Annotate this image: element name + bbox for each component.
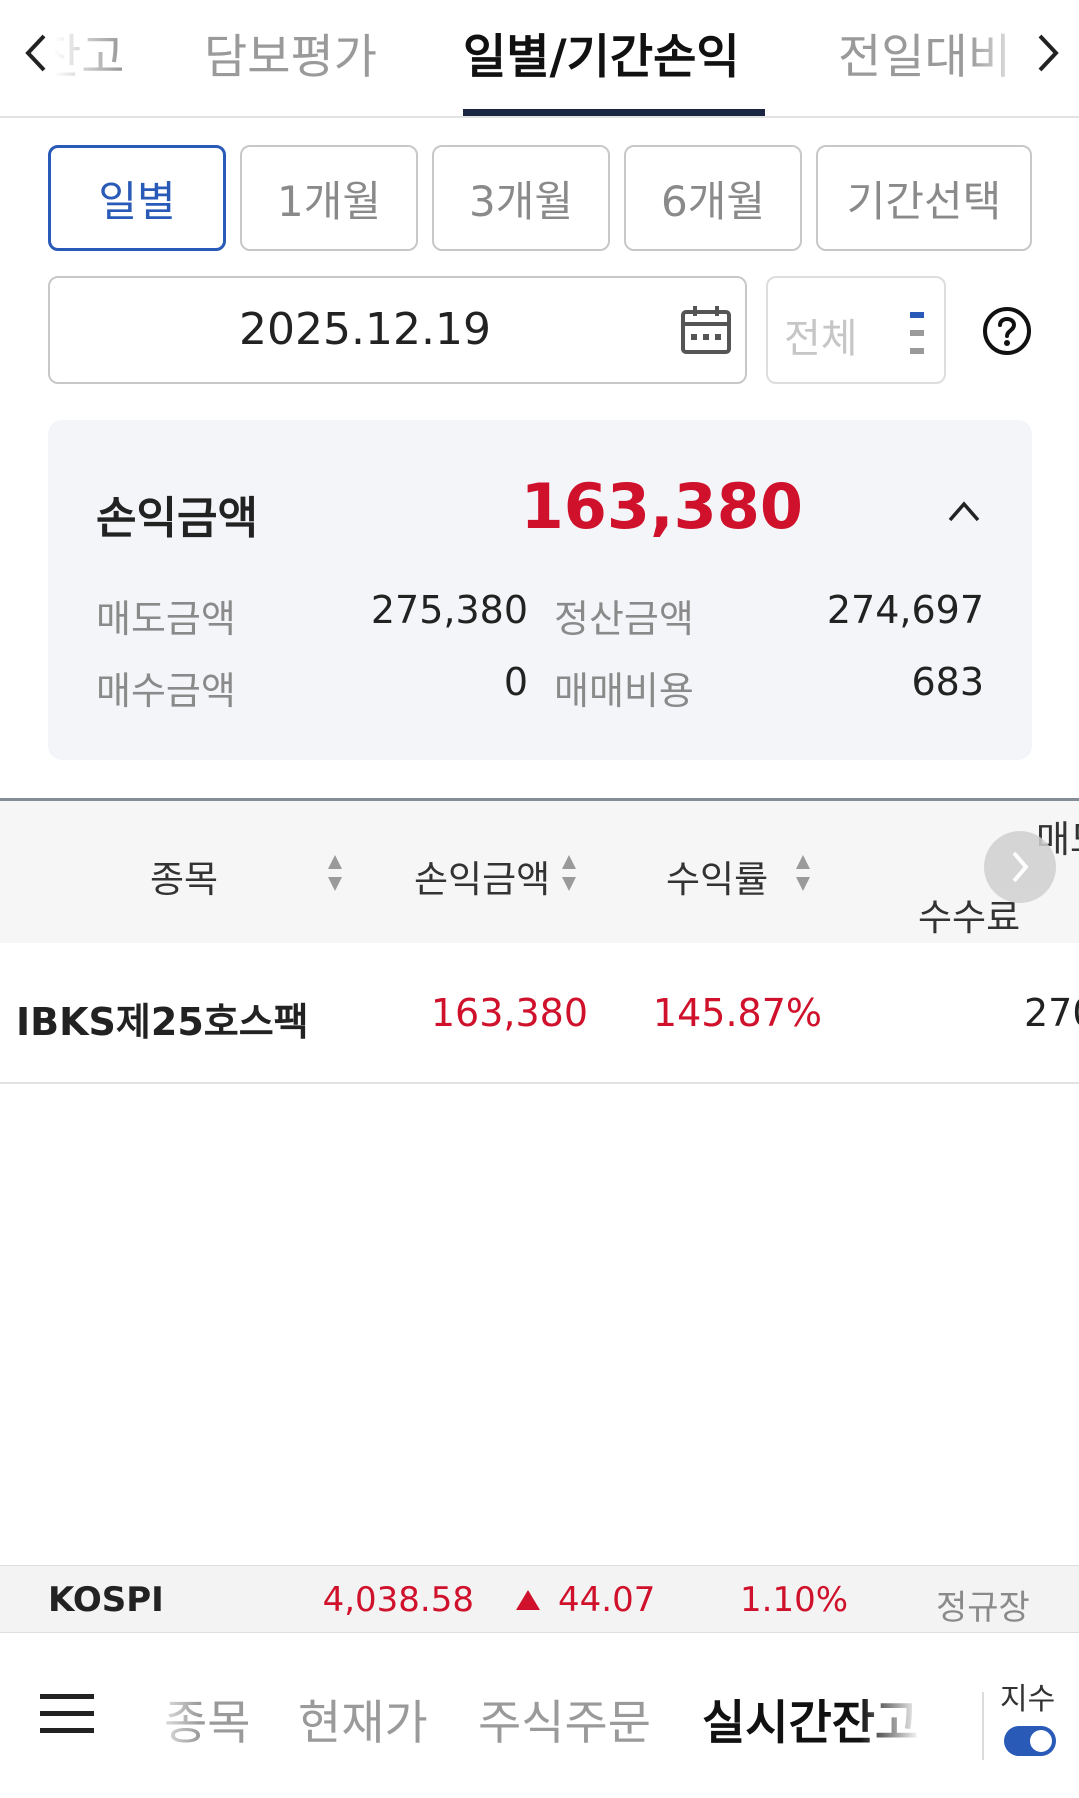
header-profit[interactable]: 손익금액 xyxy=(414,849,550,903)
bottom-nav: 종목 현재가 주식주문 실시간잔고 지수 xyxy=(0,1634,1079,1798)
period-custom-button[interactable]: 기간선택 xyxy=(816,145,1032,251)
settle-amount-value: 274,697 xyxy=(826,588,984,632)
tab-collateral[interactable]: 담보평가 xyxy=(204,18,377,87)
trade-cost-value: 683 xyxy=(911,660,984,704)
chevron-left-icon[interactable] xyxy=(16,28,56,78)
nav-stock-order[interactable]: 주식주문 xyxy=(478,1684,651,1753)
buy-amount-label: 매수금액 xyxy=(96,669,236,713)
market-session: 정규장 xyxy=(936,1588,1030,1628)
period-daily-button[interactable]: 일별 xyxy=(48,145,226,251)
toggle-knob xyxy=(1030,1730,1052,1752)
trade-cost-label: 매매비용 xyxy=(554,669,694,713)
active-tab-indicator xyxy=(463,109,765,116)
pnl-summary-card: 손익금액 163,380 매도금액 275,380 정산금액 274,697 매… xyxy=(48,420,1032,760)
period-3month-button[interactable]: 3개월 xyxy=(432,145,610,251)
top-tab-bar: 잔고 담보평가 일별/기간손익 전일대비 xyxy=(0,0,1079,118)
filter-select[interactable]: 전체 xyxy=(766,276,946,384)
header-return-rate[interactable]: 수익률 xyxy=(666,849,768,903)
table-header: 종목 손익금액 수익률 매도 수수료 xyxy=(0,798,1079,943)
buy-amount-value: 0 xyxy=(503,660,528,704)
hamburger-menu-icon[interactable] xyxy=(40,1692,94,1736)
dropdown-dots-icon xyxy=(910,312,924,354)
index-value: 4,038.58 xyxy=(322,1580,474,1620)
help-icon[interactable] xyxy=(982,306,1032,356)
period-1month-button[interactable]: 1개월 xyxy=(240,145,418,251)
date-picker[interactable]: 2025.12.19 xyxy=(48,276,747,384)
filter-value: 전체 xyxy=(784,316,858,362)
row-return-rate: 145.87% xyxy=(652,991,822,1035)
tab-daily-period-pnl[interactable]: 일별/기간손익 xyxy=(463,18,740,87)
nav-divider xyxy=(982,1692,984,1760)
sell-amount-value: 275,380 xyxy=(370,588,528,632)
sort-icon[interactable] xyxy=(326,853,344,893)
up-triangle-icon xyxy=(516,1590,540,1610)
index-change: 44.07 xyxy=(558,1580,656,1620)
row-profit: 163,380 xyxy=(430,991,588,1035)
index-toggle-label: 지수 xyxy=(1000,1682,1056,1717)
row-next-column-value: 270 xyxy=(1024,991,1079,1035)
period-6month-button[interactable]: 6개월 xyxy=(624,145,802,251)
table-row[interactable]: IBKS제25호스팩 163,380 145.87% 270 xyxy=(0,943,1079,1084)
selected-date: 2025.12.19 xyxy=(239,304,491,355)
settle-amount-label: 정산금액 xyxy=(554,597,694,641)
chevron-right-icon[interactable] xyxy=(1028,28,1068,78)
index-name: KOSPI xyxy=(48,1580,164,1620)
nav-current-price[interactable]: 현재가 xyxy=(298,1684,428,1753)
chevron-right-icon xyxy=(1012,851,1029,883)
profit-label: 손익금액 xyxy=(96,493,258,544)
sort-icon[interactable] xyxy=(560,853,578,893)
profit-value: 163,380 xyxy=(520,470,803,543)
scroll-columns-button[interactable] xyxy=(984,831,1056,903)
sell-amount-label: 매도금액 xyxy=(96,597,236,641)
calendar-icon[interactable] xyxy=(678,302,734,358)
header-stock-name[interactable]: 종목 xyxy=(150,849,218,903)
index-toggle-switch[interactable] xyxy=(1004,1726,1056,1756)
market-index-strip[interactable]: KOSPI 4,038.58 44.07 1.10% 정규장 xyxy=(0,1565,1079,1633)
index-change-pct: 1.10% xyxy=(740,1580,849,1620)
row-stock-name: IBKS제25호스팩 xyxy=(16,1000,309,1044)
chevron-up-icon[interactable] xyxy=(946,496,982,526)
sort-icon[interactable] xyxy=(794,853,812,893)
